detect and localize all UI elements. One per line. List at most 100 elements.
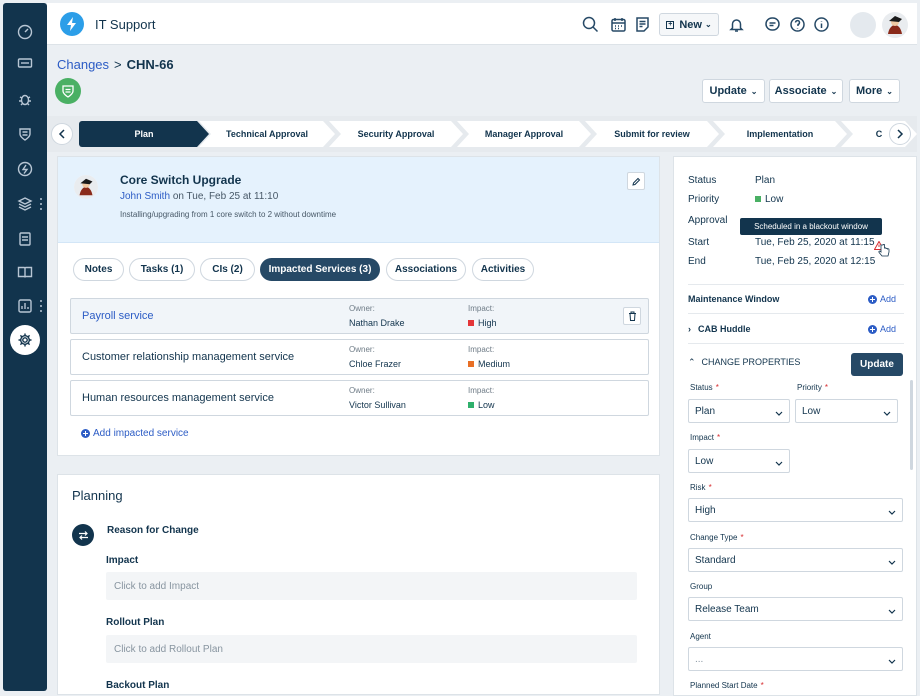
risk-select[interactable]: High: [688, 498, 903, 522]
step-implementation[interactable]: Implementation: [713, 121, 847, 147]
service-row[interactable]: Customer relationship management service…: [70, 339, 649, 375]
problems-icon[interactable]: [3, 86, 47, 112]
search-icon[interactable]: [580, 14, 600, 34]
requester-link[interactable]: John Smith: [120, 191, 170, 202]
impact-value: High: [468, 318, 497, 328]
plus-square-icon: +: [666, 20, 675, 29]
swap-arrows-icon: [72, 524, 94, 546]
priority-indicator: [755, 196, 761, 202]
panel-scrollbar[interactable]: [910, 380, 913, 470]
change-properties-toggle[interactable]: ⌃ CHANGE PROPERTIES: [688, 357, 800, 368]
chevron-down-icon: [888, 507, 896, 518]
status-label: Status: [688, 175, 717, 186]
priority-text: Low: [765, 194, 784, 205]
impact-label: Impact:: [468, 304, 495, 313]
edit-pencil-icon[interactable]: [627, 172, 645, 190]
impact-select[interactable]: Low: [688, 449, 790, 473]
more-dots-icon[interactable]: [39, 198, 43, 212]
step-submit-for-review[interactable]: Submit for review: [585, 121, 719, 147]
group-select[interactable]: Release Team: [688, 597, 903, 621]
dashboard-icon[interactable]: [3, 19, 47, 45]
detail-tabs: Notes Tasks (1) CIs (2) Impacted Service…: [58, 243, 659, 289]
add-maintenance-window-link[interactable]: Add: [868, 294, 896, 304]
service-row[interactable]: Payroll service Owner: Nathan Drake Impa…: [70, 298, 649, 334]
update-button-label: Update: [709, 85, 747, 97]
user-avatar[interactable]: [882, 12, 908, 38]
chevron-down-icon: [883, 408, 891, 419]
chevron-down-icon: [888, 656, 896, 667]
owner-name: Nathan Drake: [349, 318, 405, 328]
more-button[interactable]: More ⌄: [849, 79, 900, 103]
tab-notes[interactable]: Notes: [73, 258, 124, 281]
impact-text: Medium: [478, 359, 511, 369]
tab-impacted-services[interactable]: Impacted Services (3): [260, 258, 380, 281]
impact-value: Medium: [468, 359, 510, 369]
add-circle-icon: [868, 324, 877, 334]
divider: [688, 343, 904, 344]
prop-group-label: Group: [690, 582, 713, 591]
steps-next-button[interactable]: [889, 123, 911, 145]
chevron-down-icon: [775, 458, 783, 469]
change-type-select-value: Standard: [695, 555, 736, 566]
more-dots-icon-2[interactable]: [39, 300, 43, 314]
add-cab-huddle-link[interactable]: Add: [868, 324, 896, 334]
solutions-icon[interactable]: [3, 259, 47, 285]
chevron-down-icon: ⌄: [704, 20, 712, 29]
add-label: Add: [880, 324, 897, 334]
step-technical-approval[interactable]: Technical Approval: [199, 121, 335, 147]
status-select[interactable]: Plan: [688, 399, 790, 423]
add-impacted-service-link[interactable]: Add impacted service: [81, 428, 189, 439]
service-name[interactable]: Payroll service: [82, 310, 154, 322]
trash-icon[interactable]: [623, 307, 641, 325]
update-button[interactable]: Update ⌄: [702, 79, 765, 103]
purchase-orders-icon[interactable]: [3, 226, 47, 252]
admin-gear-icon[interactable]: [10, 325, 40, 355]
chat-icon[interactable]: [762, 14, 782, 34]
prop-priority-label: Priority *: [797, 383, 829, 392]
cab-huddle-row[interactable]: › CAB Huddle: [688, 324, 751, 334]
tab-cis[interactable]: CIs (2): [200, 258, 255, 281]
impact-field[interactable]: Click to add Impact: [106, 572, 637, 600]
risk-select-value: High: [695, 505, 716, 516]
planning-title: Planning: [72, 488, 123, 503]
changes-icon[interactable]: [3, 121, 47, 147]
impact-medium-indicator: [468, 361, 474, 367]
change-type-select[interactable]: Standard: [688, 548, 903, 572]
releases-icon[interactable]: [3, 156, 47, 182]
associate-button-label: Associate: [774, 85, 827, 97]
requester-avatar: [74, 175, 98, 199]
agent-select[interactable]: ...: [688, 647, 903, 671]
impact-high-indicator: [468, 320, 474, 326]
agent-select-value: ...: [695, 654, 704, 665]
notes-icon[interactable]: [632, 14, 652, 34]
service-row[interactable]: Human resources management service Owner…: [70, 380, 649, 416]
chevron-down-icon: [775, 408, 783, 419]
associate-button[interactable]: Associate ⌄: [769, 79, 843, 103]
properties-update-button[interactable]: Update: [851, 353, 903, 376]
more-button-label: More: [856, 85, 883, 97]
steps-prev-button[interactable]: [51, 123, 73, 145]
start-value: Tue, Feb 25, 2020 at 11:15: [755, 237, 875, 248]
top-bar: IT Support + New ⌄: [47, 3, 917, 45]
step-manager-approval[interactable]: Manager Approval: [457, 121, 591, 147]
tab-activities[interactable]: Activities: [472, 258, 534, 281]
rollout-plan-field[interactable]: Click to add Rollout Plan: [106, 635, 637, 663]
tab-tasks[interactable]: Tasks (1): [129, 258, 195, 281]
cab-huddle-label: CAB Huddle: [698, 324, 751, 334]
calendar-icon[interactable]: [608, 14, 628, 34]
breadcrumb-changes-link[interactable]: Changes: [57, 57, 109, 72]
chevron-down-icon: ⌄: [830, 86, 838, 96]
tickets-icon[interactable]: [3, 50, 47, 76]
new-button[interactable]: + New ⌄: [659, 13, 719, 36]
info-icon[interactable]: [811, 14, 831, 34]
step-security-approval[interactable]: Security Approval: [329, 121, 463, 147]
service-name[interactable]: Customer relationship management service: [82, 351, 294, 363]
impact-heading: Impact: [106, 555, 139, 566]
priority-select[interactable]: Low: [795, 399, 898, 423]
status-avatar[interactable]: [850, 12, 876, 38]
bell-icon[interactable]: [726, 14, 746, 34]
service-name[interactable]: Human resources management service: [82, 392, 274, 404]
step-plan[interactable]: Plan: [79, 121, 209, 147]
help-icon[interactable]: [787, 14, 807, 34]
tab-associations[interactable]: Associations: [386, 258, 466, 281]
